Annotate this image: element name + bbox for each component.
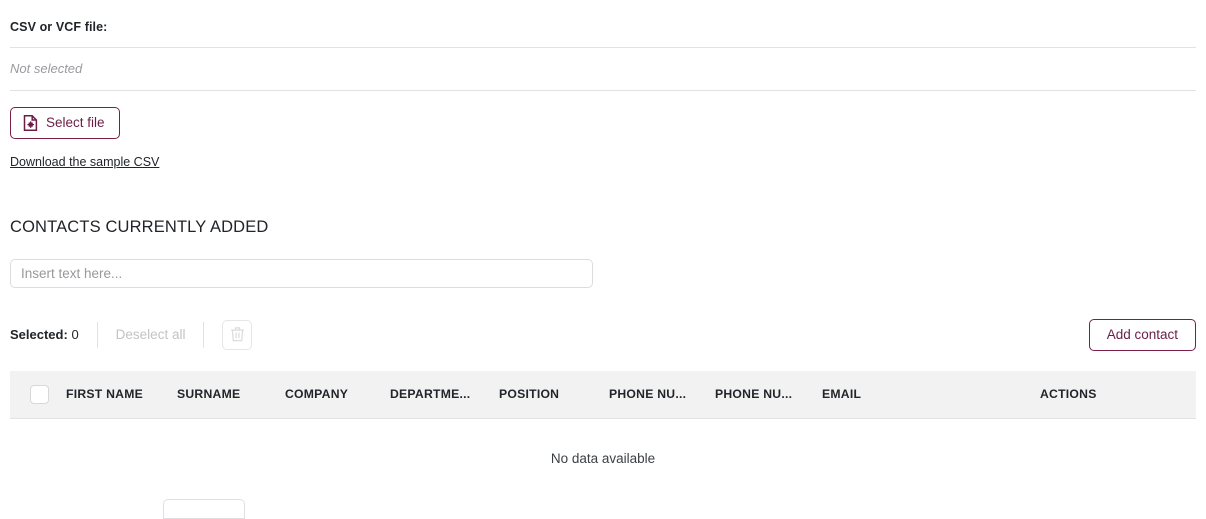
delete-selected-button[interactable] xyxy=(222,320,253,350)
table-header-first-name[interactable]: FIRST NAME xyxy=(66,387,177,402)
table-header-checkbox-cell xyxy=(10,385,66,404)
add-contact-button[interactable]: Add contact xyxy=(1088,319,1196,351)
select-file-label: Select file xyxy=(46,115,105,130)
pagination-control-partial[interactable] xyxy=(163,499,245,519)
table-header-email[interactable]: EMAIL xyxy=(822,387,1040,402)
select-file-button[interactable]: Select file xyxy=(10,107,120,139)
selected-value: 0 xyxy=(71,327,79,342)
toolbar-divider-1 xyxy=(96,322,98,348)
select-all-checkbox[interactable] xyxy=(30,385,49,404)
csv-vcf-file-label: CSV or VCF file: xyxy=(10,20,108,34)
selected-file-status: Not selected xyxy=(10,61,83,76)
upload-divider-bottom xyxy=(10,90,1196,91)
table-header-department[interactable]: DEPARTME... xyxy=(390,387,499,402)
contacts-search-input[interactable] xyxy=(10,259,593,288)
trash-icon xyxy=(230,326,245,345)
table-header-company[interactable]: COMPANY xyxy=(285,387,390,402)
table-empty-message: No data available xyxy=(10,419,1196,498)
download-sample-csv-link[interactable]: Download the sample CSV xyxy=(10,155,159,170)
table-header-actions: ACTIONS xyxy=(1040,387,1097,401)
toolbar-divider-2 xyxy=(203,322,205,348)
add-contacts-page: CSV or VCF file: Not selected Select fil… xyxy=(0,0,1206,519)
contacts-table: FIRST NAME SURNAME COMPANY DEPARTME... P… xyxy=(10,371,1196,498)
table-header-surname[interactable]: SURNAME xyxy=(177,387,285,402)
file-upload-section: CSV or VCF file: Not selected Select fil… xyxy=(10,0,1196,171)
contacts-section-title: CONTACTS CURRENTLY ADDED xyxy=(10,218,269,236)
table-header-phone-number-2[interactable]: PHONE NU... xyxy=(715,387,822,402)
selected-label: Selected: xyxy=(10,327,68,342)
file-plus-icon xyxy=(23,115,38,131)
table-header-phone-number-1[interactable]: PHONE NU... xyxy=(609,387,715,402)
table-header-row: FIRST NAME SURNAME COMPANY DEPARTME... P… xyxy=(10,371,1196,419)
table-header-position[interactable]: POSITION xyxy=(499,387,609,402)
deselect-all-button[interactable]: Deselect all xyxy=(116,327,186,343)
selected-counter: Selected: 0 xyxy=(10,327,79,343)
contacts-toolbar: Selected: 0 Deselect all Add contact xyxy=(10,315,1196,355)
